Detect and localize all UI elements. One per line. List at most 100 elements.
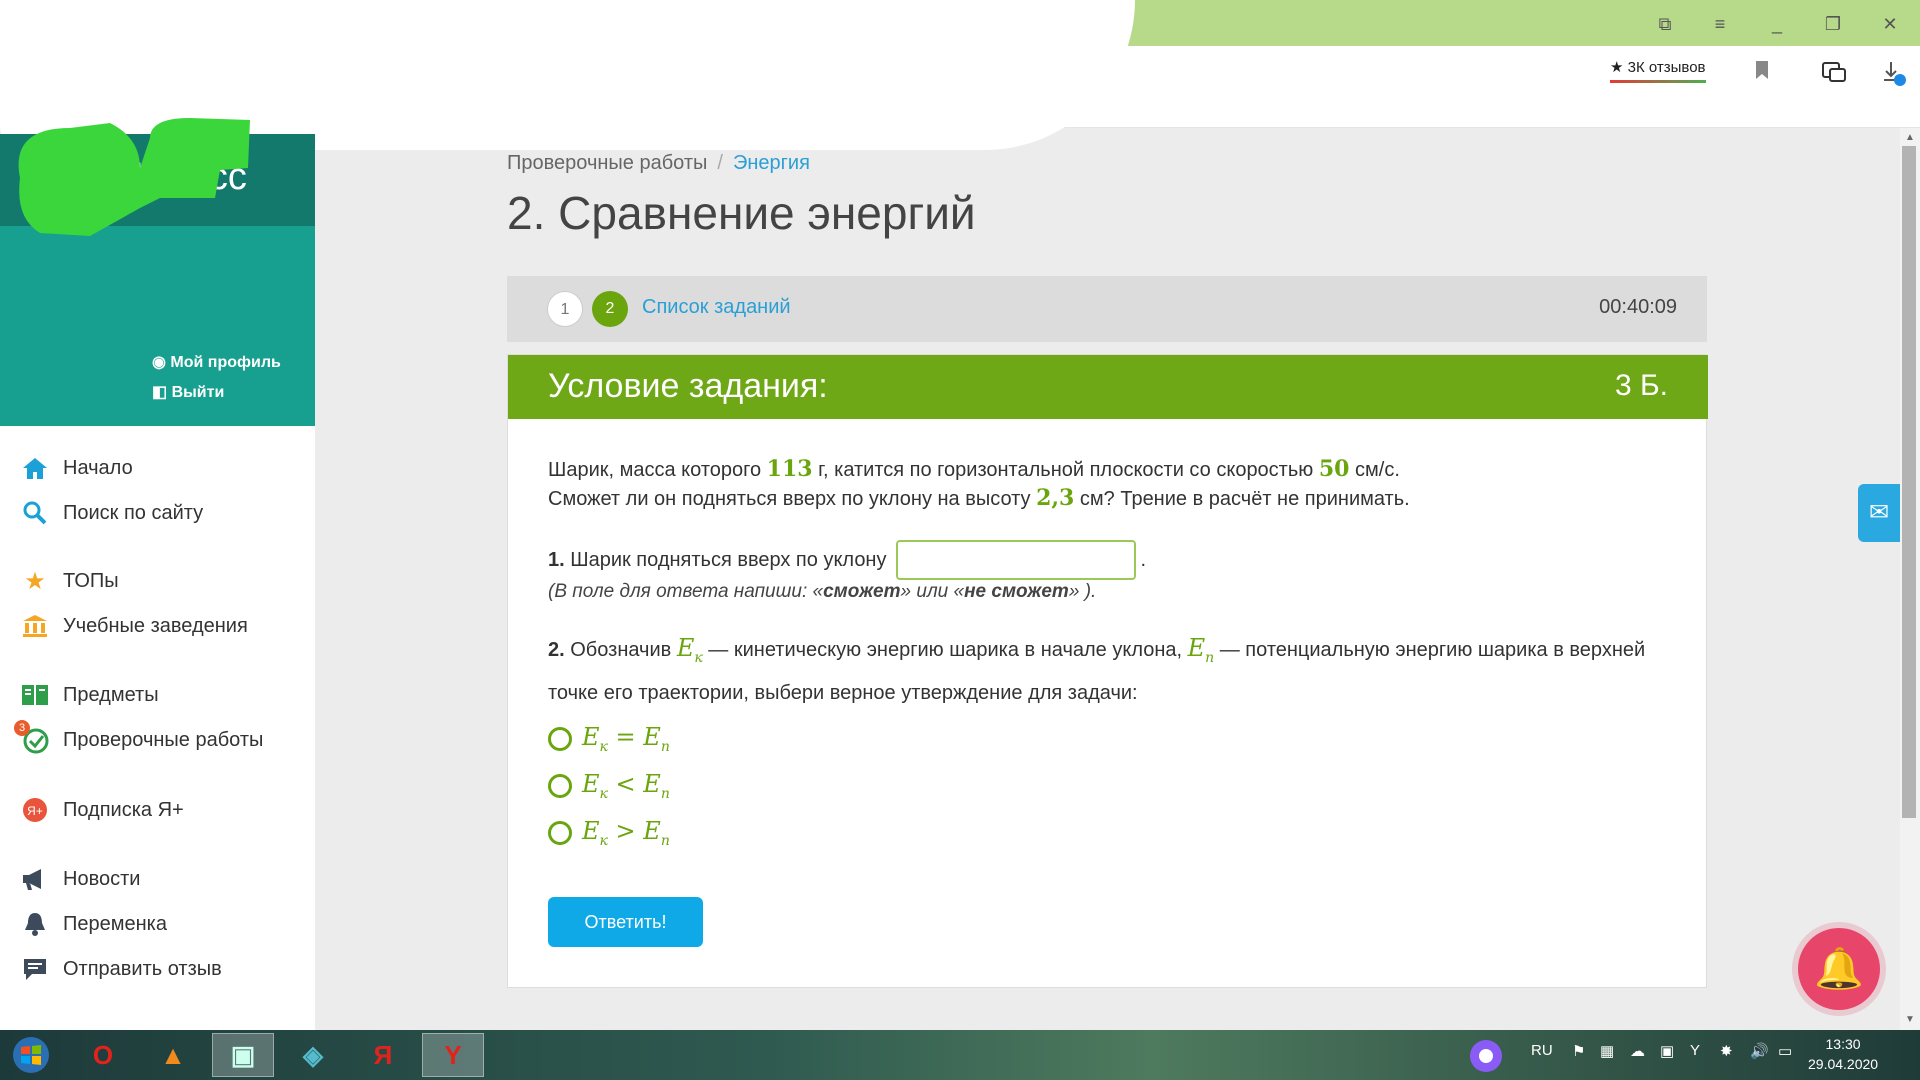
question-text: . xyxy=(1140,548,1147,571)
vlc-icon[interactable]: ▲ xyxy=(142,1033,204,1077)
megaphone-icon xyxy=(20,865,50,893)
monitor-icon[interactable]: ▭ xyxy=(1778,1042,1792,1060)
timer: 00:40:09 xyxy=(1599,296,1677,318)
statement-text: г, катится по горизонтальной плоскости с… xyxy=(812,459,1319,481)
answer-input[interactable] xyxy=(896,540,1137,580)
question-1: 1. Шарик подняться вверх по уклону . xyxy=(548,540,1146,580)
protect-icon[interactable] xyxy=(1820,60,1848,88)
bell-icon xyxy=(20,910,50,938)
sidebar-item-label: Учебные заведения xyxy=(63,614,248,637)
scrollbar-thumb[interactable] xyxy=(1902,146,1916,818)
books-icon xyxy=(20,681,50,709)
downloads-icon[interactable] xyxy=(1880,60,1908,88)
step-bar: 1 2 Список заданий 00:40:09 xyxy=(507,276,1707,342)
task-list-link[interactable]: Список заданий xyxy=(642,296,791,319)
user-icon: ◉ xyxy=(152,354,171,371)
my-profile-link[interactable]: ◉ Мой профиль xyxy=(152,352,281,372)
logout-link[interactable]: ◧ Выйти xyxy=(152,382,224,402)
alice-icon[interactable] xyxy=(1468,1038,1504,1078)
step-1-button[interactable]: 1 xyxy=(547,291,583,327)
math-ek: Eк xyxy=(677,634,703,666)
door-icon: ◧ xyxy=(152,384,172,401)
sidebar-item-break[interactable]: Переменка xyxy=(20,906,300,942)
close-button[interactable]: ✕ xyxy=(1875,10,1905,38)
statement-text: см/с. xyxy=(1349,459,1400,481)
yandex-browser-icon[interactable]: Y xyxy=(422,1033,484,1077)
option-equal[interactable]: Eк = Eп xyxy=(548,715,670,762)
yandex-icon[interactable]: Я xyxy=(352,1033,414,1077)
tabs-icon[interactable]: ⧉ xyxy=(1650,10,1680,38)
math-sub: к xyxy=(599,738,608,755)
clock[interactable]: 13:30 29.04.2020 xyxy=(1808,1034,1878,1074)
sidebar-item-label: Предметы xyxy=(63,683,159,706)
mass-value: 113 xyxy=(766,456,813,482)
height-value: 2,3 xyxy=(1036,485,1075,511)
task-card: Условие задания: 3 Б. Шарик, масса котор… xyxy=(507,354,1708,988)
sidebar-item-tests[interactable]: 3 Проверочные работы xyxy=(14,720,300,758)
sidebar-item-feedback[interactable]: Отправить отзыв xyxy=(20,951,300,987)
clock-time: 13:30 xyxy=(1825,1036,1861,1052)
math-sub: к xyxy=(599,832,608,849)
sidebar-item-schools[interactable]: Учебные заведения xyxy=(20,608,300,644)
notification-badge: 3 xyxy=(14,720,30,736)
task-points: 3 Б. xyxy=(1614,369,1668,402)
computer-icon[interactable]: ▣ xyxy=(212,1033,274,1077)
star-icon: ★ xyxy=(24,567,46,595)
math-var: E xyxy=(582,816,600,845)
question-text: Шарик подняться вверх по уклону xyxy=(570,548,887,571)
check-icon: 3 xyxy=(14,720,50,754)
sidebar-item-tops[interactable]: ★ ТОПы xyxy=(20,563,300,599)
step-2-button[interactable]: 2 xyxy=(592,291,628,327)
hint-option: сможет xyxy=(823,581,901,602)
yandex-tray-icon[interactable]: Y xyxy=(1690,1042,1700,1059)
start-button[interactable] xyxy=(0,1033,62,1077)
logout-label: Выйти xyxy=(171,384,225,401)
option-less[interactable]: Eк < Eп xyxy=(548,762,670,809)
breadcrumb-current-link[interactable]: Энергия xyxy=(733,152,810,174)
math-operator: = xyxy=(607,722,644,751)
fox-icon[interactable]: ✸ xyxy=(1720,1042,1733,1060)
scroll-down-icon[interactable]: ▼ xyxy=(1903,1014,1917,1025)
math-sub: к xyxy=(694,649,703,666)
bookmark-icon[interactable] xyxy=(1748,60,1776,88)
option-greater[interactable]: Eк > Eп xyxy=(548,809,670,856)
notifications-bell-icon[interactable]: 🔔 xyxy=(1798,928,1880,1010)
scroll-up-icon[interactable]: ▲ xyxy=(1903,132,1917,143)
reviews-button[interactable]: ★ 3К отзывов xyxy=(1610,58,1706,83)
math-sub: п xyxy=(1205,649,1215,666)
flag-icon[interactable]: ⚑ xyxy=(1572,1042,1585,1060)
menu-icon[interactable]: ≡ xyxy=(1705,10,1735,38)
minimize-button[interactable]: _ xyxy=(1762,10,1792,38)
sidebar-item-news[interactable]: Новости xyxy=(20,861,300,897)
restore-button[interactable]: ❐ xyxy=(1818,10,1848,38)
gpu-icon[interactable]: ▣ xyxy=(1660,1042,1674,1060)
sidebar-item-subjects[interactable]: Предметы xyxy=(20,677,300,713)
volume-icon[interactable]: 🔊 xyxy=(1750,1042,1769,1060)
sidebar-item-home[interactable]: Начало xyxy=(20,450,300,486)
submit-button[interactable]: Ответить! xyxy=(548,897,703,947)
answer-hint: (В поле для ответа напиши: «сможет» или … xyxy=(548,581,1096,603)
mail-icon[interactable]: ✉ xyxy=(1858,484,1900,542)
cloud-icon[interactable]: ☁ xyxy=(1630,1042,1645,1060)
opera-icon[interactable]: O xyxy=(72,1033,134,1077)
language-indicator[interactable]: RU xyxy=(1531,1042,1553,1059)
app-icon[interactable]: ◈ xyxy=(282,1033,344,1077)
sidebar-item-search[interactable]: Поиск по сайту xyxy=(20,495,300,531)
math-operator: < xyxy=(607,769,644,798)
breadcrumb-separator: / xyxy=(717,152,723,174)
sidebar-item-label: Подписка Я+ xyxy=(63,798,184,821)
statement-text: Сможет ли он подняться вверх по уклону н… xyxy=(548,488,1037,510)
sidebar-item-subscription[interactable]: Я+ Подписка Я+ xyxy=(20,792,300,828)
math-var: E xyxy=(582,769,600,798)
math-sub: п xyxy=(660,832,670,849)
answer-options: Eк = Eп Eк < Eп Eк > Eп xyxy=(548,715,670,856)
radio-button[interactable] xyxy=(548,773,572,798)
breadcrumb-parent-link[interactable]: Проверочные работы xyxy=(507,152,707,174)
network-icon[interactable]: ▦ xyxy=(1600,1042,1614,1060)
sidebar-item-label: Поиск по сайту xyxy=(63,501,204,524)
redacted-avatar xyxy=(18,118,250,236)
my-profile-label: Мой профиль xyxy=(170,354,281,371)
math-var: E xyxy=(582,722,600,751)
radio-button[interactable] xyxy=(548,726,572,751)
radio-button[interactable] xyxy=(548,820,572,845)
